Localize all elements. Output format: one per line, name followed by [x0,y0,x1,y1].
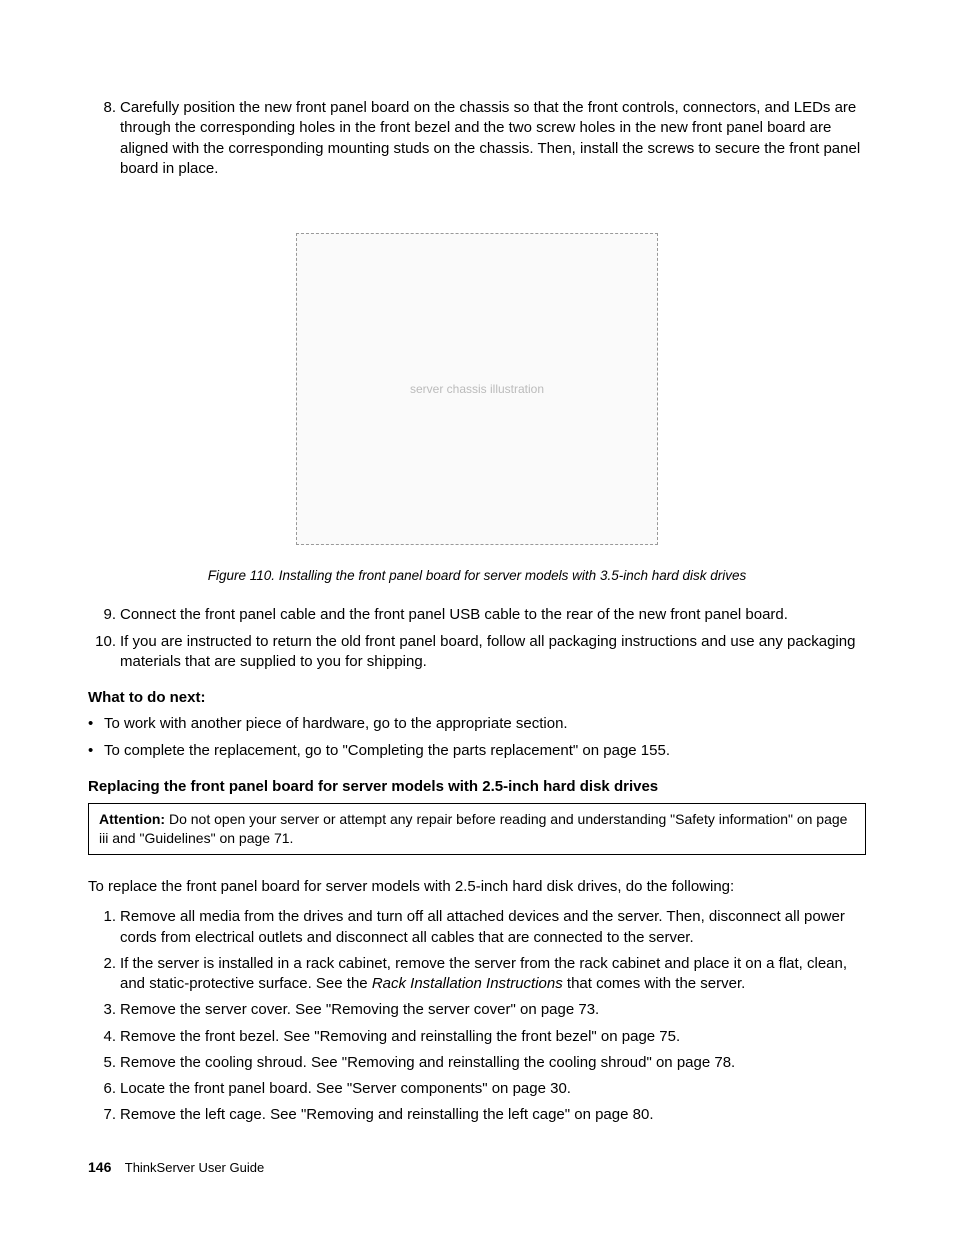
step-item: 5. Remove the cooling shroud. See "Remov… [88,1053,866,1073]
figure-container [88,233,866,551]
step-text: Remove the front bezel. See "Removing an… [120,1028,680,1045]
attention-text: Do not open your server or attempt any r… [99,811,847,846]
step-text: Remove all media from the drives and tur… [120,908,845,945]
step-item: 9. Connect the front panel cable and the… [88,605,866,625]
step-item: 2. If the server is installed in a rack … [88,954,866,995]
step-item: 1. Remove all media from the drives and … [88,907,866,948]
step-item: 3. Remove the server cover. See "Removin… [88,1000,866,1020]
step-item: 8. Carefully position the new front pane… [88,98,866,179]
step-text: Remove the cooling shroud. See "Removing… [120,1054,735,1071]
bullet-item: To work with another piece of hardware, … [88,714,866,734]
step-number: 9. [88,605,116,625]
step-text: Remove the left cage. See "Removing and … [120,1106,653,1123]
step-item: 6. Locate the front panel board. See "Se… [88,1079,866,1099]
step-text: If the server is installed in a rack cab… [120,955,847,992]
step-text: Carefully position the new front panel b… [120,99,860,177]
step-item: 10. If you are instructed to return the … [88,632,866,673]
footer-title: ThinkServer User Guide [125,1160,264,1175]
document-page: 8. Carefully position the new front pane… [0,0,954,1235]
figure-illustration [296,233,658,545]
step-number: 5. [88,1053,116,1073]
step-number: 8. [88,98,116,118]
step-list-bottom: 1. Remove all media from the drives and … [88,907,866,1125]
step-text: Connect the front panel cable and the fr… [120,606,788,623]
italic-text: Rack Installation Instructions [372,975,563,992]
step-number: 3. [88,1000,116,1020]
intro-text: To replace the front panel board for ser… [88,877,866,897]
what-next-heading: What to do next: [88,688,866,708]
step-number: 10. [88,632,116,652]
step-number: 6. [88,1079,116,1099]
step-item: 7. Remove the left cage. See "Removing a… [88,1105,866,1125]
step-text: Locate the front panel board. See "Serve… [120,1080,571,1097]
section-heading: Replacing the front panel board for serv… [88,777,866,797]
page-footer: 146 ThinkServer User Guide [88,1158,264,1177]
step-item: 4. Remove the front bezel. See "Removing… [88,1027,866,1047]
bullet-item: To complete the replacement, go to "Comp… [88,741,866,761]
step-list-top: 8. Carefully position the new front pane… [88,98,866,179]
attention-box: Attention: Do not open your server or at… [88,803,866,855]
step-text: If you are instructed to return the old … [120,633,855,670]
what-next-list: To work with another piece of hardware, … [88,714,866,761]
attention-label: Attention: [99,811,165,827]
figure-caption: Figure 110. Installing the front panel b… [88,567,866,585]
step-list-after-figure: 9. Connect the front panel cable and the… [88,605,866,672]
page-number: 146 [88,1159,111,1175]
step-text: Remove the server cover. See "Removing t… [120,1001,599,1018]
step-number: 4. [88,1027,116,1047]
step-number: 7. [88,1105,116,1125]
step-number: 2. [88,954,116,974]
step-number: 1. [88,907,116,927]
